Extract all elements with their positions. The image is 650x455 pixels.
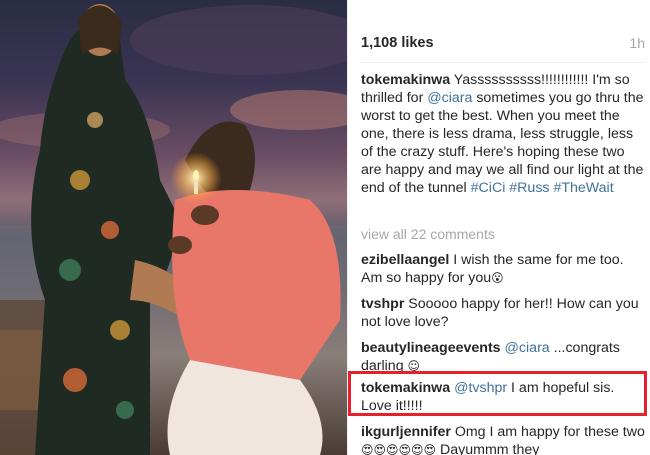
comment-username[interactable]: tokemakinwa <box>361 380 450 396</box>
likes-row: 1,108 likes 1h <box>361 34 645 54</box>
likes-count[interactable]: 1,108 likes <box>361 35 434 51</box>
post-time[interactable]: 1h <box>629 35 645 51</box>
comment-item: beautylineageevents @ciara ...congrats d… <box>361 339 645 375</box>
comment-item: tvshpr Sooooo happy for her!! How can yo… <box>361 295 645 331</box>
comment-mention[interactable]: @tvshpr <box>454 380 507 396</box>
comment-username[interactable]: tvshpr <box>361 296 404 312</box>
proposal-illustration <box>0 4 347 455</box>
divider <box>361 62 645 63</box>
hashtag-thewait[interactable]: #TheWait <box>553 180 613 196</box>
view-all-comments-link[interactable]: view all 22 comments <box>361 226 495 242</box>
surprised-emoji: 😮 <box>491 271 504 285</box>
comment-mention[interactable]: @ciara <box>505 340 550 356</box>
post-photo <box>0 0 347 455</box>
comment-text-2: Dayummm they <box>436 442 540 455</box>
comment-item: ikgurljennifer Omg I am happy for these … <box>361 423 645 455</box>
comment-item: tokemakinwa @tvshpr I am hopeful sis. Lo… <box>361 379 645 415</box>
comments-panel: 1,108 likes 1h tokemakinwa Yassssssssss!… <box>347 0 650 455</box>
comment-item: ezibellaangel I wish the same for me too… <box>361 251 645 287</box>
caption-mention[interactable]: @ciara <box>427 90 472 106</box>
hashtag-russ[interactable]: #Russ <box>509 180 549 196</box>
smile-emoji: ☺ <box>407 359 421 373</box>
comment-username[interactable]: ikgurljennifer <box>361 424 451 440</box>
comment-username[interactable]: beautylineageevents <box>361 340 501 356</box>
heart-eyes-emoji: 😍😍😍😍😍😍 <box>361 443 437 455</box>
caption: tokemakinwa Yassssssssss!!!!!!!!!!!! I'm… <box>361 71 645 197</box>
caption-username[interactable]: tokemakinwa <box>361 72 450 88</box>
comment-username[interactable]: ezibellaangel <box>361 252 449 268</box>
hashtag-cici[interactable]: #CiCi <box>471 180 506 196</box>
comment-text: Omg I am happy for these two <box>450 424 645 440</box>
